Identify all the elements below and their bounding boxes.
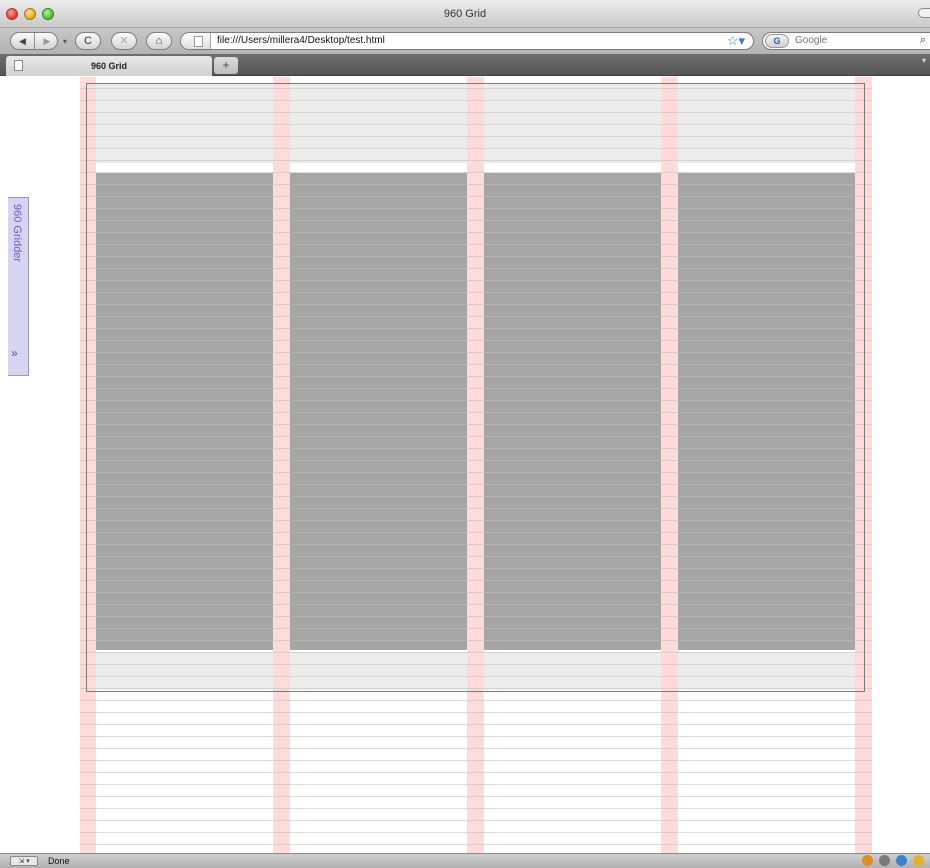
page-icon bbox=[194, 36, 203, 47]
addon-icon[interactable] bbox=[896, 855, 907, 866]
search-input[interactable] bbox=[795, 35, 905, 46]
back-forward-group: ◀ ▶ bbox=[10, 32, 58, 50]
forward-button[interactable]: ▶ bbox=[35, 33, 59, 49]
container-outline bbox=[86, 83, 865, 692]
gridder-label: 960 Gridder bbox=[11, 204, 23, 263]
new-tab-button[interactable]: + bbox=[214, 57, 238, 74]
stop-button[interactable]: ✕ bbox=[111, 32, 137, 50]
tabs-menu-icon[interactable]: ▾ bbox=[922, 56, 930, 74]
gridder-panel-tab[interactable]: 960 Gridder » bbox=[8, 197, 29, 376]
addon-icon[interactable] bbox=[862, 855, 873, 866]
status-bar: ⇲ ▾ Done bbox=[0, 853, 930, 868]
address-bar[interactable]: file:///Users/millera4/Desktop/test.html… bbox=[180, 32, 754, 50]
status-menu-button[interactable]: ⇲ ▾ bbox=[10, 856, 38, 866]
url-text[interactable]: file:///Users/millera4/Desktop/test.html bbox=[217, 35, 385, 46]
home-button[interactable]: ⌂ bbox=[146, 32, 172, 50]
tab-label: 960 Grid bbox=[90, 61, 128, 71]
tab-960-grid[interactable]: 960 Grid bbox=[6, 56, 212, 76]
back-button[interactable]: ◀ bbox=[11, 33, 35, 49]
addon-icon[interactable] bbox=[913, 855, 924, 866]
title-bar: 960 Grid bbox=[0, 0, 930, 28]
search-engine-icon[interactable]: G bbox=[765, 34, 789, 48]
toolbar-toggle-button[interactable] bbox=[918, 8, 930, 18]
site-identity-button[interactable] bbox=[181, 33, 211, 49]
browser-window: 960 Grid ◀ ▶ ▾ C ✕ ⌂ file:///Users/mille… bbox=[0, 0, 930, 868]
page-content: 960 Gridder » bbox=[0, 77, 930, 853]
bookmark-star-icon[interactable]: ☆▾ bbox=[727, 33, 745, 49]
reload-button[interactable]: C bbox=[75, 32, 101, 50]
status-text: Done bbox=[48, 856, 70, 866]
tab-strip: 960 Grid + ▾ bbox=[0, 54, 930, 76]
status-icons bbox=[862, 855, 924, 866]
expand-icon[interactable]: » bbox=[11, 346, 18, 360]
addon-icon[interactable] bbox=[879, 855, 890, 866]
navigation-toolbar: ◀ ▶ ▾ C ✕ ⌂ file:///Users/millera4/Deskt… bbox=[0, 28, 930, 54]
search-icon[interactable]: ⌕ bbox=[920, 34, 926, 47]
history-dropdown-icon[interactable]: ▾ bbox=[63, 37, 67, 46]
window-title: 960 Grid bbox=[443, 8, 487, 20]
search-bar[interactable]: G ⌕ bbox=[762, 32, 930, 50]
